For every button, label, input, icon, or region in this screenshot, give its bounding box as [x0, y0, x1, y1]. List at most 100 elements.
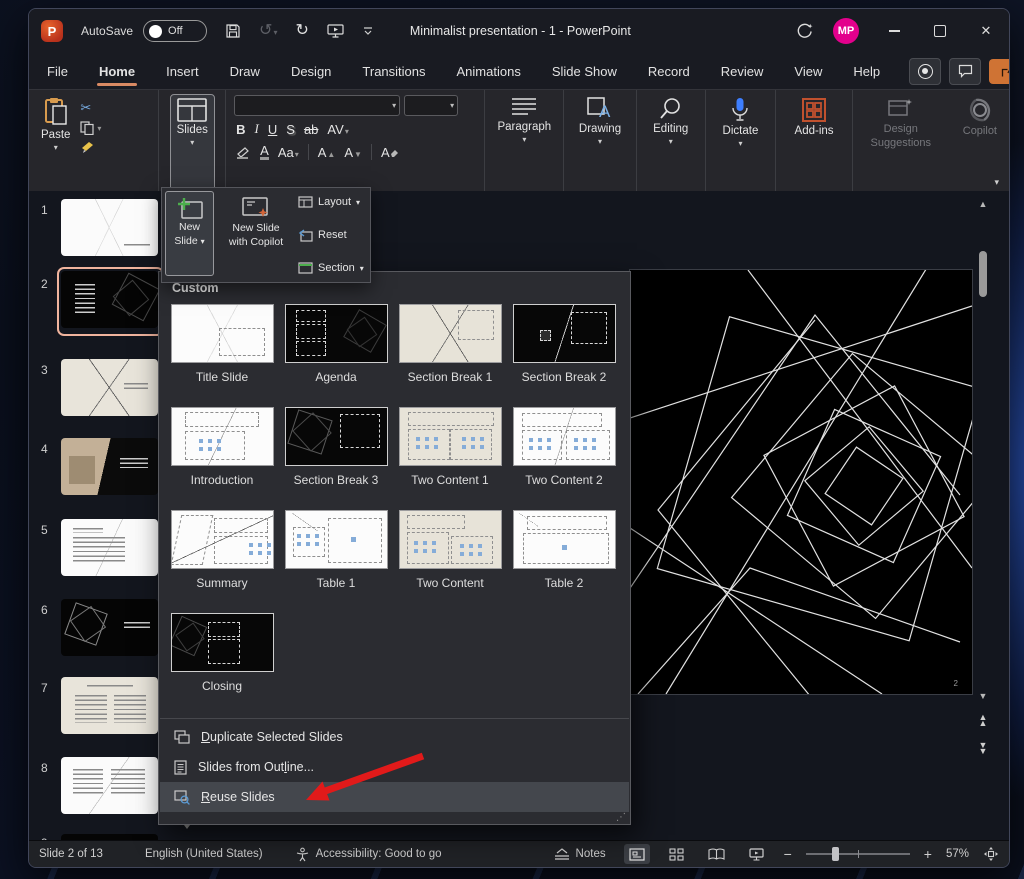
slide-thumbnail-5[interactable]	[61, 519, 158, 576]
language-indicator[interactable]: English (United States)	[145, 848, 263, 860]
reset-button[interactable]: Reset	[298, 229, 364, 242]
powerpoint-logo-icon[interactable]: P	[41, 20, 63, 42]
zoom-slider[interactable]	[806, 853, 910, 855]
maximize-button[interactable]	[917, 9, 963, 53]
resize-grip-icon[interactable]: ⋰	[616, 812, 626, 823]
underline-button[interactable]: U	[268, 122, 277, 137]
tab-design[interactable]: Design	[289, 58, 333, 85]
new-slide-button[interactable]: NewSlide ▾	[165, 191, 214, 276]
fit-slide-button[interactable]	[983, 846, 999, 862]
format-painter-button[interactable]	[80, 140, 101, 154]
scroll-down-icon[interactable]: ▼	[977, 691, 989, 701]
font-color-button[interactable]: A	[260, 144, 269, 160]
strikethrough-button[interactable]: ab	[304, 122, 318, 137]
customize-qat-icon[interactable]	[362, 26, 374, 36]
copilot-sparkle-icon[interactable]	[787, 22, 821, 41]
tab-animations[interactable]: Animations	[455, 58, 523, 85]
slide-thumbnail-8[interactable]	[61, 757, 158, 814]
slide-canvas[interactable]: 2	[629, 269, 973, 695]
tab-slide-show[interactable]: Slide Show	[550, 58, 619, 85]
duplicate-selected-slides-item[interactable]: Duplicate Selected Slides	[160, 722, 629, 752]
slide-indicator[interactable]: Slide 2 of 13	[39, 848, 103, 860]
editor-scrollbar[interactable]: ▲ ▼	[977, 199, 989, 699]
tab-home[interactable]: Home	[97, 58, 137, 85]
section-menu-button[interactable]: Section▾	[298, 262, 364, 274]
reading-view-button[interactable]	[704, 844, 730, 864]
highlight-button[interactable]	[236, 146, 251, 159]
normal-view-button[interactable]	[624, 844, 650, 864]
next-slide-button[interactable]: ▼▼	[975, 743, 991, 754]
slide-thumbnail-1[interactable]	[61, 199, 158, 256]
user-avatar[interactable]: MP	[833, 18, 859, 44]
layout-summary[interactable]: Summary	[165, 508, 279, 611]
cut-button[interactable]: ✂	[80, 100, 101, 116]
layout-table-2[interactable]: Table 2	[507, 508, 621, 611]
close-button[interactable]: ✕	[963, 9, 1009, 53]
zoom-level[interactable]: 57%	[946, 848, 969, 860]
tab-record[interactable]: Record	[646, 58, 692, 85]
shrink-font-button[interactable]: A▼	[344, 145, 362, 160]
scrollbar-thumb[interactable]	[979, 251, 987, 297]
start-slideshow-icon[interactable]	[327, 24, 344, 39]
addins-button[interactable]: Add-ins	[789, 94, 840, 196]
tab-help[interactable]: Help	[851, 58, 882, 85]
drawing-button[interactable]: A Drawing ▾	[573, 94, 627, 196]
italic-button[interactable]: I	[255, 121, 259, 137]
layout-agenda[interactable]: Agenda	[279, 302, 393, 405]
zoom-slider-thumb[interactable]	[832, 847, 839, 861]
layout-introduction[interactable]: Introduction	[165, 405, 279, 508]
tab-file[interactable]: File	[45, 58, 70, 85]
undo-button[interactable]: ↺▾	[259, 22, 277, 40]
scroll-up-icon[interactable]: ▲	[977, 199, 989, 209]
dictate-button[interactable]: Dictate ▾	[717, 94, 765, 196]
minimize-button[interactable]	[871, 9, 917, 53]
slide-thumbnail-2-selected[interactable]	[61, 271, 158, 328]
zoom-out-button[interactable]: −	[784, 846, 792, 862]
paragraph-button[interactable]: Paragraph ▾	[491, 94, 557, 196]
save-icon[interactable]	[225, 23, 241, 39]
tab-review[interactable]: Review	[719, 58, 766, 85]
font-name-combo[interactable]: ▾	[234, 95, 400, 116]
tab-view[interactable]: View	[792, 58, 824, 85]
bold-button[interactable]: B	[236, 122, 245, 137]
editing-button[interactable]: Editing ▾	[647, 94, 694, 196]
layout-title-slide[interactable]: Title Slide	[165, 302, 279, 405]
clear-formatting-button[interactable]: A	[381, 145, 399, 160]
slideshow-view-button[interactable]	[744, 844, 770, 864]
slide-thumbnail-6[interactable]	[61, 599, 158, 656]
layout-two-content-1[interactable]: Two Content 1	[393, 405, 507, 508]
design-suggestions-button[interactable]: Design Suggestions	[859, 94, 943, 196]
redo-button[interactable]: ↻	[295, 23, 308, 39]
layout-menu-button[interactable]: Layout▾	[298, 196, 364, 208]
tab-transitions[interactable]: Transitions	[360, 58, 427, 85]
layout-two-content-2[interactable]: Two Content 2	[507, 405, 621, 508]
layout-section-break-2[interactable]: Section Break 2	[507, 302, 621, 405]
font-size-combo[interactable]: ▾	[404, 95, 458, 116]
comments-button[interactable]	[949, 58, 981, 85]
layout-closing[interactable]: Closing	[165, 611, 279, 714]
copy-button[interactable]: ▾	[80, 121, 101, 135]
character-spacing-button[interactable]: AV▾	[327, 122, 348, 137]
zoom-in-button[interactable]: +	[924, 846, 932, 862]
slide-sorter-view-button[interactable]	[664, 844, 690, 864]
notes-button[interactable]: Notes	[554, 848, 606, 861]
text-shadow-button[interactable]: S	[286, 122, 295, 137]
layout-table-1[interactable]: Table 1	[279, 508, 393, 611]
change-case-button[interactable]: Aa▾	[278, 145, 299, 160]
grow-font-button[interactable]: A▲	[318, 145, 336, 160]
slides-menu-button[interactable]: Slides ▾	[170, 94, 215, 196]
layout-section-break-3[interactable]: Section Break 3	[279, 405, 393, 508]
collapse-ribbon-icon[interactable]: ▾	[994, 177, 999, 188]
new-slide-with-copilot-button[interactable]: New Slidewith Copilot	[214, 191, 298, 279]
slide-thumbnail-3[interactable]	[61, 359, 158, 416]
autosave-toggle[interactable]: Off	[143, 20, 207, 42]
slide-thumbnail-4[interactable]	[61, 438, 158, 495]
paste-button[interactable]: Paste ▾	[35, 94, 76, 196]
tab-insert[interactable]: Insert	[164, 58, 201, 85]
tab-draw[interactable]: Draw	[228, 58, 262, 85]
record-button[interactable]	[909, 58, 941, 85]
layout-two-content[interactable]: Two Content	[393, 508, 507, 611]
accessibility-indicator[interactable]: Accessibility: Good to go	[295, 847, 442, 862]
share-button[interactable]: ▾	[989, 59, 1010, 84]
previous-slide-button[interactable]: ▲▲	[975, 715, 991, 726]
